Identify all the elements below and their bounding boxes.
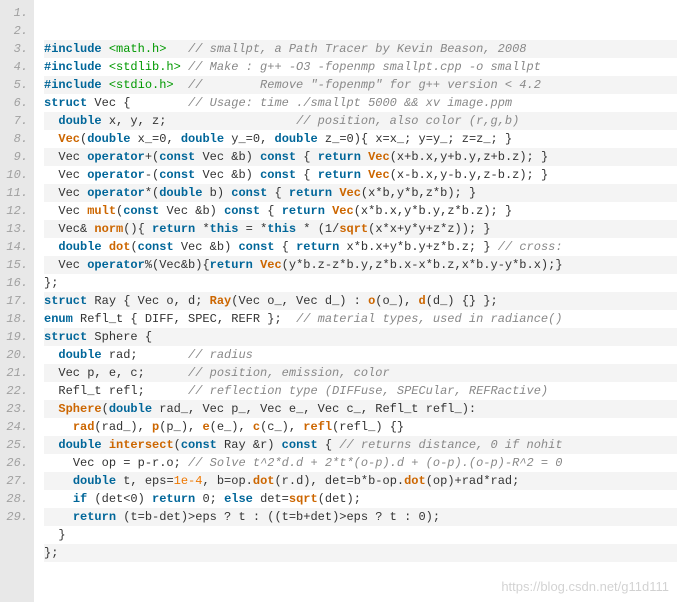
- code-line: #include <math.h> // smallpt, a Path Tra…: [44, 40, 677, 58]
- line-number: 2.: [2, 22, 28, 40]
- line-number: 27.: [2, 472, 28, 490]
- line-number: 21.: [2, 364, 28, 382]
- code-line: Vec p, e, c; // position, emission, colo…: [44, 364, 677, 382]
- watermark-text: https://blog.csdn.net/g11d111: [501, 578, 669, 596]
- line-number: 14.: [2, 238, 28, 256]
- code-line: struct Sphere {: [44, 328, 677, 346]
- line-number: 26.: [2, 454, 28, 472]
- code-line: #include <stdio.h> // Remove "-fopenmp" …: [44, 76, 677, 94]
- code-line: double t, eps=1e-4, b=op.dot(r.d), det=b…: [44, 472, 677, 490]
- code-line: Vec(double x_=0, double y_=0, double z_=…: [44, 130, 677, 148]
- code-line: #include <stdlib.h> // Make : g++ -O3 -f…: [44, 58, 677, 76]
- code-line: Vec mult(const Vec &b) const { return Ve…: [44, 202, 677, 220]
- code-line: Vec operator+(const Vec &b) const { retu…: [44, 148, 677, 166]
- line-number: 15.: [2, 256, 28, 274]
- line-number: 25.: [2, 436, 28, 454]
- line-number: 29.: [2, 508, 28, 526]
- line-number: 20.: [2, 346, 28, 364]
- code-line: double intersect(const Ray &r) const { /…: [44, 436, 677, 454]
- line-number: 6.: [2, 94, 28, 112]
- line-number: 9.: [2, 148, 28, 166]
- code-line: double rad; // radius: [44, 346, 677, 364]
- code-line: enum Refl_t { DIFF, SPEC, REFR }; // mat…: [44, 310, 677, 328]
- code-line: struct Ray { Vec o, d; Ray(Vec o_, Vec d…: [44, 292, 677, 310]
- line-number: 22.: [2, 382, 28, 400]
- line-number: 28.: [2, 490, 28, 508]
- line-number: 1.: [2, 4, 28, 22]
- line-number: 8.: [2, 130, 28, 148]
- line-number: 4.: [2, 58, 28, 76]
- line-number: 19.: [2, 328, 28, 346]
- code-line: }: [44, 526, 677, 544]
- code-line: return (t=b-det)>eps ? t : ((t=b+det)>ep…: [44, 508, 677, 526]
- line-number: 16.: [2, 274, 28, 292]
- code-line: Vec operator%(Vec&b){return Vec(y*b.z-z*…: [44, 256, 677, 274]
- line-number: 23.: [2, 400, 28, 418]
- line-number: 3.: [2, 40, 28, 58]
- code-line: Refl_t refl; // reflection type (DIFFuse…: [44, 382, 677, 400]
- line-number: 12.: [2, 202, 28, 220]
- line-number: 13.: [2, 220, 28, 238]
- line-number: 11.: [2, 184, 28, 202]
- line-number: 10.: [2, 166, 28, 184]
- code-snippet: 1.2.3.4.5.6.7.8.9.10.11.12.13.14.15.16.1…: [0, 0, 677, 602]
- line-number: 18.: [2, 310, 28, 328]
- code-line: if (det<0) return 0; else det=sqrt(det);: [44, 490, 677, 508]
- line-number: 7.: [2, 112, 28, 130]
- code-body: #include <math.h> // smallpt, a Path Tra…: [34, 0, 677, 602]
- code-line: Vec operator-(const Vec &b) const { retu…: [44, 166, 677, 184]
- code-line: Sphere(double rad_, Vec p_, Vec e_, Vec …: [44, 400, 677, 418]
- code-line: Vec& norm(){ return *this = *this * (1/s…: [44, 220, 677, 238]
- code-line: rad(rad_), p(p_), e(e_), c(c_), refl(ref…: [44, 418, 677, 436]
- line-number: 5.: [2, 76, 28, 94]
- code-line: Vec op = p-r.o; // Solve t^2*d.d + 2*t*(…: [44, 454, 677, 472]
- code-line: double dot(const Vec &b) const { return …: [44, 238, 677, 256]
- code-line: Vec operator*(double b) const { return V…: [44, 184, 677, 202]
- code-line: double x, y, z; // position, also color …: [44, 112, 677, 130]
- line-number: 24.: [2, 418, 28, 436]
- code-line: struct Vec { // Usage: time ./smallpt 50…: [44, 94, 677, 112]
- code-line: };: [44, 544, 677, 562]
- line-number-gutter: 1.2.3.4.5.6.7.8.9.10.11.12.13.14.15.16.1…: [0, 0, 34, 602]
- code-line: };: [44, 274, 677, 292]
- line-number: 17.: [2, 292, 28, 310]
